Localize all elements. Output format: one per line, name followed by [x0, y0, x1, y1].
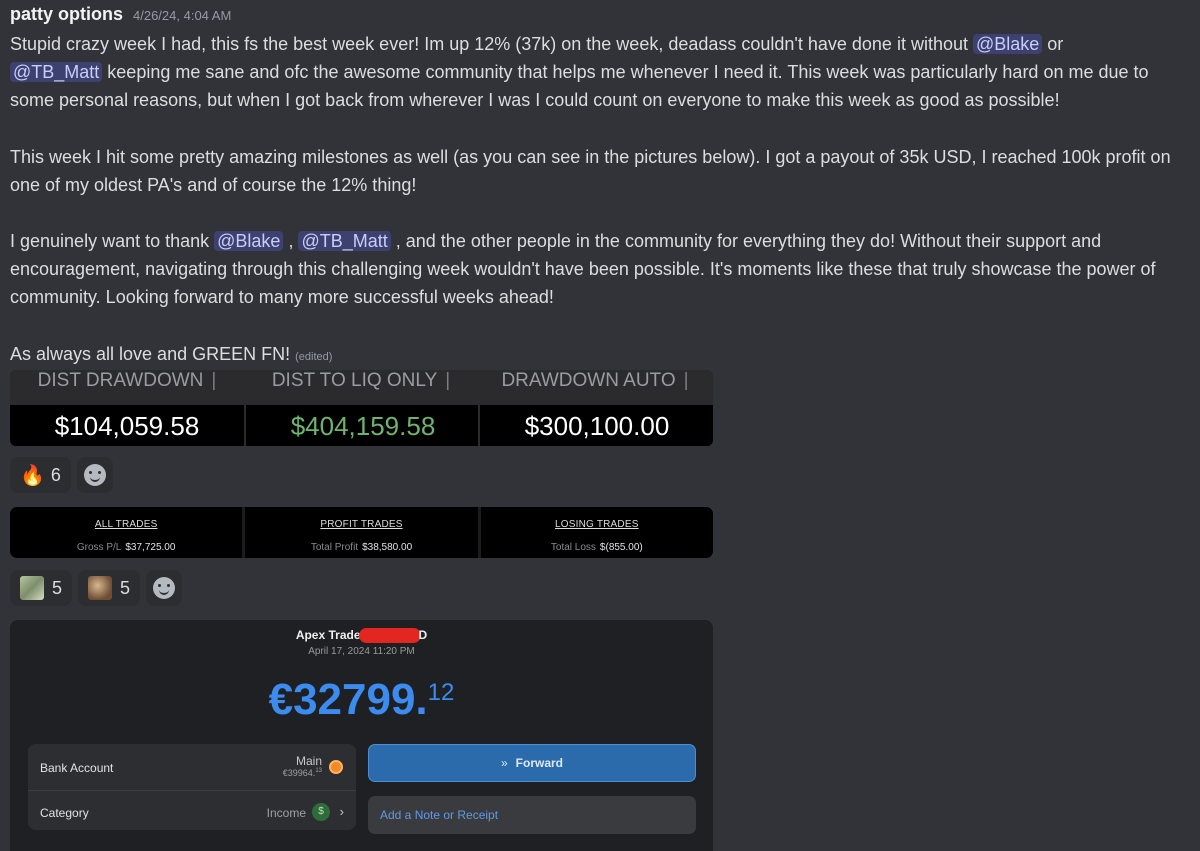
forward-button[interactable]: » Forward	[368, 744, 696, 782]
trades-row: Total Profit $38,580.00	[310, 542, 413, 553]
reaction-count: 5	[52, 577, 63, 598]
chat-message: patty options 4/26/24, 4:04 AM Stupid cr…	[10, 4, 1195, 371]
text: As always all love and GREEN FN!	[10, 343, 291, 364]
auto-label: DRAWDOWN AUTO |	[501, 370, 689, 391]
account-name: Apex Trade D	[295, 628, 428, 644]
add-note-field[interactable]: Add a Note or Receipt	[368, 796, 696, 834]
text: I genuinely want to thank	[10, 231, 215, 252]
text: or	[1042, 34, 1064, 54]
liq-value: $404,159.58	[244, 405, 480, 446]
reaction-money[interactable]: 5	[10, 570, 73, 606]
paragraph-4: As always all love and GREEN FN! (edited…	[10, 340, 1195, 371]
bank-transfer-image[interactable]: Apex Trade D April 17, 2024 11:20 PM €327…	[10, 620, 713, 851]
drawdown-column: DIST DRAWDOWN | $104,059.58	[10, 370, 244, 446]
category-value[interactable]: Income	[267, 806, 306, 820]
bank-account-label: Bank Account	[40, 761, 114, 775]
paragraph-1: Stupid crazy week I had, this fs the bes…	[10, 30, 1195, 115]
liq-column: DIST TO LIQ ONLY | $404,159.58	[244, 370, 480, 446]
fire-emoji: 🔥	[20, 464, 45, 487]
edited-tag: (edited)	[295, 350, 333, 363]
custom-emoji-icon	[88, 576, 113, 600]
text: keeping me sane and ofc the awesome comm…	[10, 62, 1149, 111]
auto-value: $300,100.00	[478, 405, 713, 446]
drawdown-value: $104,059.58	[10, 405, 244, 446]
reaction-custom[interactable]: 5	[78, 570, 141, 606]
mention-tb-matt[interactable]: @TB_Matt	[10, 62, 103, 83]
text: ,	[283, 231, 299, 252]
trades-row: Gross P/L $37,725.00	[76, 542, 176, 553]
losing-trades-column: LOSING TRADES Total Loss $(855.00)	[477, 507, 713, 558]
liq-label: DIST TO LIQ ONLY |	[271, 370, 451, 391]
reaction-bar: 🔥 6	[10, 457, 113, 493]
message-content: Stupid crazy week I had, this fs the bes…	[10, 30, 1195, 371]
all-trades-column: ALL TRADES Gross P/L $37,725.00	[10, 507, 242, 558]
add-reaction-button[interactable]	[146, 570, 183, 606]
auto-column: DRAWDOWN AUTO | $300,100.00	[478, 370, 713, 446]
drawdown-label: DIST DRAWDOWN |	[37, 370, 217, 391]
text: Stupid crazy week I had, this fs the bes…	[10, 34, 973, 54]
trades-row: Total Loss $(855.00)	[550, 542, 643, 553]
reaction-fire[interactable]: 🔥 6	[10, 457, 71, 493]
reaction-count: 5	[120, 577, 131, 598]
mention-blake[interactable]: @Blake	[214, 231, 284, 252]
trades-title: PROFIT TRADES	[320, 519, 403, 530]
add-reaction-button[interactable]	[76, 457, 113, 493]
paragraph-3: I genuinely want to thank @Blake , @TB_M…	[10, 227, 1195, 312]
transfer-date: April 17, 2024 11:20 PM	[308, 646, 415, 657]
coin-icon	[329, 760, 343, 774]
mention-tb-matt[interactable]: @TB_Matt	[298, 231, 391, 252]
details-panel: Bank Account Main €39964.13 Category Inc…	[28, 744, 356, 830]
bank-account-value[interactable]: Main €39964.13	[283, 754, 322, 778]
redaction-mark	[358, 628, 421, 644]
mention-blake[interactable]: @Blake	[972, 34, 1043, 54]
transfer-amount: €32799.12	[268, 675, 455, 724]
chevron-right-icon: ›	[339, 804, 344, 819]
money-emoji-icon	[20, 576, 44, 600]
trades-image[interactable]: ALL TRADES Gross P/L $37,725.00 PROFIT TR…	[10, 507, 713, 558]
reaction-bar: 5 5	[10, 570, 183, 606]
trades-title: LOSING TRADES	[555, 519, 639, 530]
message-header: patty options 4/26/24, 4:04 AM	[10, 4, 1195, 30]
trades-title: ALL TRADES	[94, 519, 158, 530]
double-chevron-icon: »	[500, 756, 508, 770]
author-name[interactable]: patty options	[10, 4, 123, 25]
money-bag-icon: $	[312, 803, 330, 821]
category-label: Category	[40, 806, 89, 820]
profit-trades-column: PROFIT TRADES Total Profit $38,580.00	[242, 507, 477, 558]
message-timestamp[interactable]: 4/26/24, 4:04 AM	[133, 8, 231, 23]
drawdown-image[interactable]: DIST DRAWDOWN | $104,059.58 DIST TO LIQ O…	[10, 370, 713, 446]
smiley-icon	[83, 464, 106, 486]
paragraph-2: This week I hit some pretty amazing mile…	[10, 146, 1171, 195]
reaction-count: 6	[50, 464, 61, 485]
smiley-icon	[153, 577, 176, 599]
